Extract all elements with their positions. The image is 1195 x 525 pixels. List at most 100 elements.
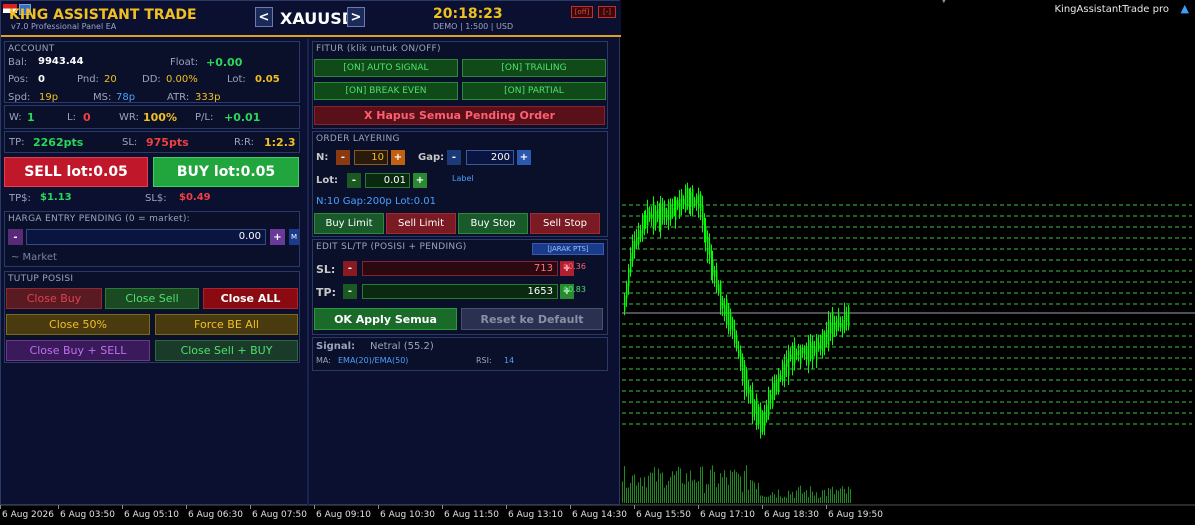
close-sell-buy-button[interactable]: Close Sell + BUY xyxy=(155,340,298,361)
candle xyxy=(816,337,818,361)
candle xyxy=(738,349,740,357)
sell-button[interactable]: SELL lot:0.05 xyxy=(4,157,148,187)
gap-input[interactable]: 200 xyxy=(466,150,514,165)
gap-minus-button[interactable]: - xyxy=(447,150,461,165)
float-value: +0.00 xyxy=(206,56,243,69)
close-heading: TUTUP POSISI xyxy=(8,274,74,284)
auto-signal-toggle[interactable]: [ON] AUTO SIGNAL xyxy=(314,59,458,77)
pos-value: 0 xyxy=(38,74,45,85)
chart-settings-icon[interactable]: ▲ xyxy=(1181,2,1189,15)
buy-limit-button[interactable]: Buy Limit xyxy=(314,213,384,234)
layer-lot-input[interactable]: 0.01 xyxy=(365,173,410,188)
reset-default-button[interactable]: Reset ke Default xyxy=(461,308,603,330)
close-50-button[interactable]: Close 50% xyxy=(6,314,150,335)
candle xyxy=(628,268,630,287)
candle xyxy=(638,230,640,245)
apply-all-button[interactable]: OK Apply Semua xyxy=(314,308,457,330)
wins-label: W: xyxy=(9,112,22,123)
candle xyxy=(762,412,764,432)
force-be-button[interactable]: Force BE All xyxy=(155,314,298,335)
candle xyxy=(714,271,716,277)
candle xyxy=(677,199,679,208)
candle xyxy=(668,201,670,220)
candle xyxy=(734,328,736,344)
sl-usd-label: SL$: xyxy=(145,193,167,204)
candle xyxy=(630,253,632,273)
ms-label: MS: xyxy=(93,92,112,103)
candle xyxy=(720,282,722,310)
edit-tp-minus-button[interactable]: - xyxy=(343,284,357,299)
trailing-toggle[interactable]: [ON] TRAILING xyxy=(462,59,606,77)
edit-sl-minus-button[interactable]: - xyxy=(343,261,357,276)
candle xyxy=(830,322,832,334)
close-buy-sell-button[interactable]: Close Buy + SELL xyxy=(6,340,150,361)
panel-title: KING ASSISTANT TRADE xyxy=(9,7,197,23)
panel-divider xyxy=(307,39,309,506)
break-even-toggle[interactable]: [ON] BREAK EVEN xyxy=(314,82,458,100)
candle xyxy=(649,211,651,220)
candle xyxy=(640,230,642,239)
lot-minus-button[interactable]: - xyxy=(347,173,361,188)
candle xyxy=(774,380,776,396)
sell-stop-button[interactable]: Sell Stop xyxy=(530,213,600,234)
rsi-value: 14 xyxy=(504,356,515,365)
minimize-button[interactable]: [-] xyxy=(598,6,616,18)
layer-summary: N:10 Gap:200p Lot:0.01 xyxy=(316,196,437,207)
pending-minus-button[interactable]: - xyxy=(8,229,23,245)
buy-button[interactable]: BUY lot:0.05 xyxy=(153,157,299,187)
close-sell-button[interactable]: Close Sell xyxy=(105,288,199,309)
candle xyxy=(700,194,702,211)
buy-stop-button[interactable]: Buy Stop xyxy=(458,213,528,234)
tp-usd-label: TP$: xyxy=(9,193,31,204)
off-button[interactable]: [off] xyxy=(571,6,593,18)
edit-tp-label: TP: xyxy=(316,286,336,299)
candle xyxy=(722,299,724,309)
n-minus-button[interactable]: - xyxy=(336,150,350,165)
close-all-button[interactable]: Close ALL xyxy=(203,288,298,309)
candle xyxy=(842,319,844,330)
time-axis-tick xyxy=(0,505,1,509)
sell-limit-button[interactable]: Sell Limit xyxy=(386,213,456,234)
gap-label: Gap: xyxy=(418,152,445,163)
time-axis-label: 6 Aug 07:50 xyxy=(252,510,307,520)
pending-m-button[interactable]: M xyxy=(289,229,299,245)
winrate-label: WR: xyxy=(119,112,139,123)
close-buy-button[interactable]: Close Buy xyxy=(6,288,102,309)
candle xyxy=(804,347,806,355)
sl-usd-value: $0.49 xyxy=(179,192,211,203)
gap-plus-button[interactable]: + xyxy=(517,150,531,165)
time-axis-tick xyxy=(186,505,187,509)
candle xyxy=(683,199,685,205)
candle xyxy=(716,270,718,290)
pl-label: P/L: xyxy=(195,112,214,123)
edit-sl-input[interactable]: 713 xyxy=(362,261,558,276)
balance-value: 9943.44 xyxy=(38,56,84,67)
candle xyxy=(802,347,804,354)
jarak-pts-button[interactable]: [JARAK PTS] xyxy=(532,243,604,255)
next-symbol-button[interactable]: > xyxy=(347,7,365,27)
candle xyxy=(696,195,698,205)
float-label: Float: xyxy=(170,57,199,68)
sl-points-label: SL: xyxy=(122,137,138,148)
pending-plus-button[interactable]: + xyxy=(270,229,285,245)
candle xyxy=(647,207,649,227)
delete-pending-button[interactable]: X Hapus Semua Pending Order xyxy=(314,106,605,125)
n-plus-button[interactable]: + xyxy=(391,150,405,165)
candle xyxy=(664,207,666,218)
candle xyxy=(712,259,714,276)
pending-price-input[interactable]: 0.00 xyxy=(26,229,266,245)
candle xyxy=(679,198,681,216)
n-label: N: xyxy=(316,152,329,163)
edit-tp-input[interactable]: 1653 xyxy=(362,284,558,299)
candle xyxy=(634,240,636,250)
layer-lot-label: Lot: xyxy=(316,175,339,186)
candle xyxy=(724,304,726,317)
partial-toggle[interactable]: [ON] PARTIAL xyxy=(462,82,606,100)
candle xyxy=(672,207,674,215)
candle xyxy=(655,210,657,226)
prev-symbol-button[interactable]: < xyxy=(255,7,273,27)
lot-plus-button[interactable]: + xyxy=(413,173,427,188)
edit-sl-label: SL: xyxy=(316,263,336,276)
signal-label: Signal: xyxy=(316,341,356,352)
n-input[interactable]: 10 xyxy=(354,150,388,165)
